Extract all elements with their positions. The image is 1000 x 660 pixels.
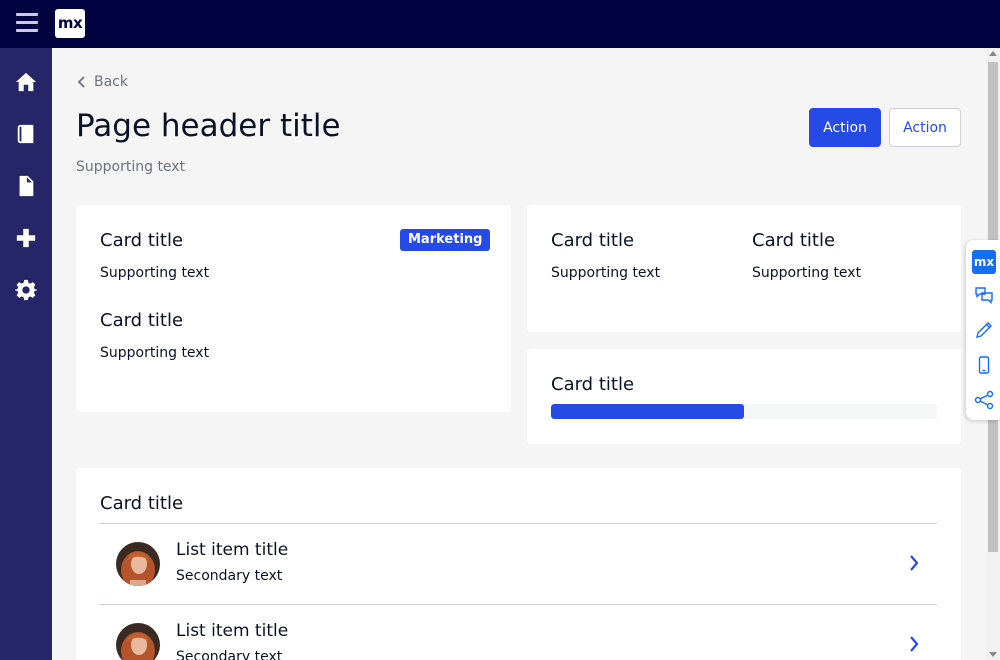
mendix-logo-button[interactable]: mx — [972, 250, 996, 274]
chat-icon — [975, 287, 993, 304]
progress-fill — [551, 404, 744, 419]
page-title: Page header title — [76, 108, 341, 144]
list-item[interactable]: List item title Secondary text — [100, 524, 937, 604]
sidebar-item-settings[interactable] — [0, 270, 52, 310]
card-text-col1: Supporting text — [551, 265, 661, 281]
sidebar-item-add[interactable] — [0, 218, 52, 258]
mobile-button[interactable] — [972, 353, 996, 377]
share-button[interactable] — [972, 388, 996, 412]
scroll-up-arrow[interactable] — [989, 51, 997, 56]
chevron-right-icon — [910, 555, 919, 571]
card-title-col1: Card title — [551, 230, 635, 251]
pencil-icon — [976, 322, 992, 338]
card-two-column: Card title Supporting text Card title Su… — [527, 205, 961, 332]
card-progress: Card title — [527, 349, 961, 444]
avatar — [116, 542, 160, 586]
primary-action-button[interactable]: Action — [809, 108, 881, 147]
document-icon — [19, 175, 34, 197]
book-icon — [17, 124, 34, 144]
chat-button[interactable] — [972, 283, 996, 307]
main-content: Back Page header title Supporting text A… — [52, 48, 986, 660]
page-subtitle: Supporting text — [76, 159, 186, 175]
back-label: Back — [94, 74, 128, 90]
sidebar-item-home[interactable] — [0, 62, 52, 102]
card-title: Card title — [100, 230, 184, 251]
chevron-left-icon — [77, 76, 85, 88]
floating-toolbar: mx — [966, 240, 1000, 420]
menu-icon[interactable] — [16, 13, 38, 33]
list-item-title: List item title — [176, 540, 289, 560]
top-bar: mx — [0, 0, 1000, 48]
share-icon — [974, 390, 994, 410]
edit-button[interactable] — [972, 318, 996, 342]
home-icon — [15, 72, 37, 92]
scroll-down-arrow[interactable] — [989, 652, 997, 657]
card-text-2: Supporting text — [100, 345, 210, 361]
marketing-badge: Marketing — [400, 229, 491, 251]
sidebar-item-book[interactable] — [0, 114, 52, 154]
card-text: Supporting text — [100, 265, 210, 281]
card-marketing: Card title Marketing Supporting text Car… — [76, 205, 511, 412]
card-title: Card title — [100, 493, 184, 514]
chevron-right-icon — [910, 636, 919, 652]
list-item[interactable]: List item title Secondary text — [100, 605, 937, 660]
mobile-icon — [978, 356, 990, 374]
card-list: Card title List item title Secondary tex… — [76, 468, 961, 660]
card-title-2: Card title — [100, 310, 184, 331]
sidebar-item-document[interactable] — [0, 166, 52, 206]
list-item-subtitle: Secondary text — [176, 649, 283, 660]
list-item-subtitle: Secondary text — [176, 568, 283, 584]
plus-icon — [16, 228, 36, 248]
card-text-col2: Supporting text — [752, 265, 862, 281]
sidebar — [0, 48, 52, 660]
gear-icon — [15, 279, 37, 301]
app-logo[interactable]: mx — [55, 9, 85, 38]
secondary-action-button[interactable]: Action — [889, 108, 961, 147]
avatar — [116, 623, 160, 660]
card-title-col2: Card title — [752, 230, 836, 251]
progress-bar — [551, 404, 937, 419]
card-title: Card title — [551, 374, 635, 395]
list-item-title: List item title — [176, 621, 289, 641]
back-link[interactable]: Back — [76, 72, 128, 92]
